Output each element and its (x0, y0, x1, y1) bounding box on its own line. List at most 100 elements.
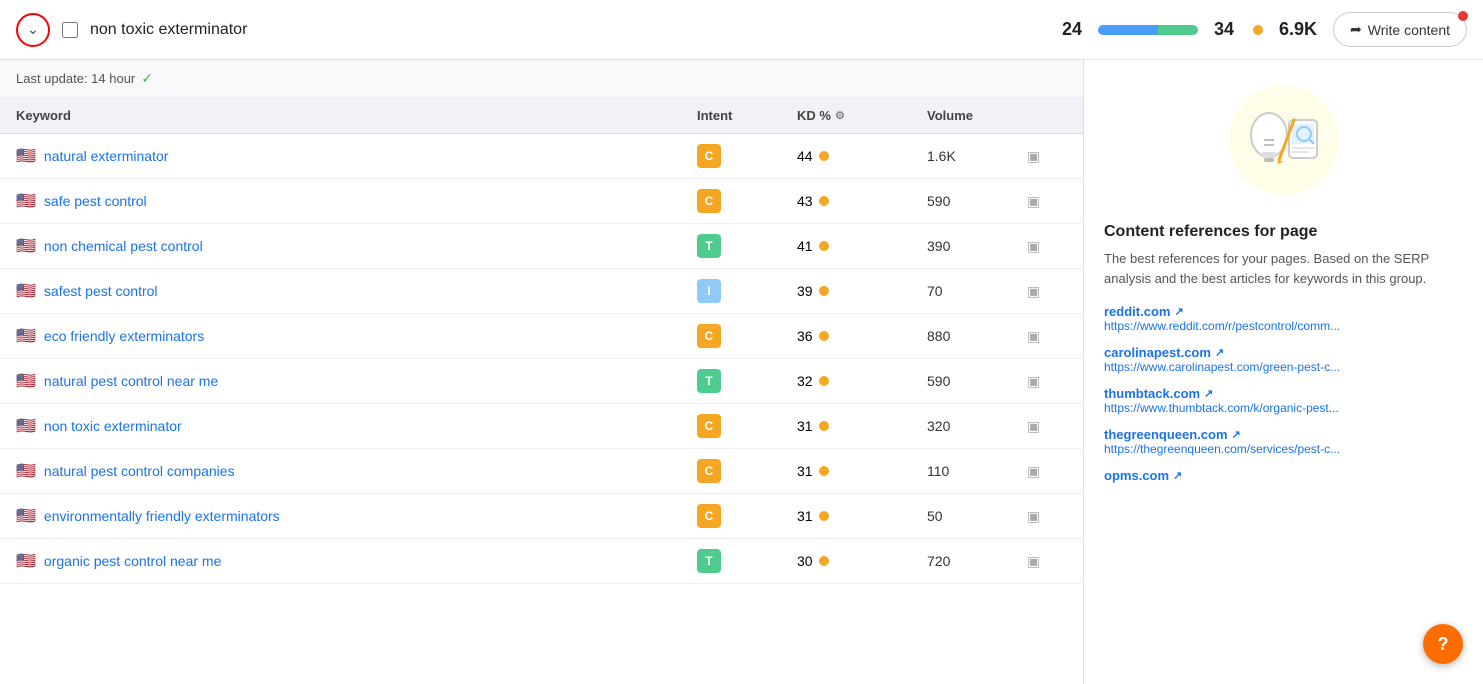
table-row: 🇺🇸 safe pest control C 43 590 ▣ (0, 179, 1083, 224)
right-panel: Content references for page The best ref… (1083, 60, 1483, 684)
copy-icon[interactable]: ▣ (1027, 148, 1040, 164)
kd-value: 43 (797, 193, 813, 209)
copy-icon[interactable]: ▣ (1027, 328, 1040, 344)
kd-cell: 41 (797, 238, 927, 254)
kd-dot (819, 196, 829, 206)
intent-cell: C (697, 324, 797, 348)
external-link-icon: ↗ (1174, 305, 1183, 318)
ref-domain[interactable]: carolinapest.com ↗ (1104, 345, 1463, 360)
ref-url[interactable]: https://www.carolinapest.com/green-pest-… (1104, 360, 1463, 374)
copy-icon[interactable]: ▣ (1027, 553, 1040, 569)
copy-icon[interactable]: ▣ (1027, 418, 1040, 434)
external-link-icon: ↗ (1215, 346, 1224, 359)
flag-icon: 🇺🇸 (16, 461, 36, 481)
ref-domain[interactable]: thumbtack.com ↗ (1104, 386, 1463, 401)
volume-cell: 320 (927, 418, 1027, 434)
ref-url[interactable]: https://thegreenqueen.com/services/pest-… (1104, 442, 1463, 456)
copy-icon[interactable]: ▣ (1027, 283, 1040, 299)
kd-cell: 36 (797, 328, 927, 344)
copy-cell: ▣ (1027, 193, 1067, 210)
write-icon: ➦ (1350, 21, 1362, 38)
collapse-button[interactable]: ⌄ (16, 13, 50, 47)
kd-cell: 30 (797, 553, 927, 569)
copy-cell: ▣ (1027, 553, 1067, 570)
filter-icon[interactable]: ⚙ (835, 109, 845, 122)
keyword-link[interactable]: eco friendly exterminators (44, 328, 204, 344)
keyword-cell: 🇺🇸 eco friendly exterminators (16, 326, 697, 346)
row-checkbox[interactable] (62, 22, 78, 38)
keyword-link[interactable]: non toxic exterminator (44, 418, 182, 434)
keyword-link[interactable]: natural exterminator (44, 148, 169, 164)
fab-button[interactable]: ? (1423, 624, 1463, 664)
copy-cell: ▣ (1027, 148, 1067, 165)
ref-url[interactable]: https://www.reddit.com/r/pestcontrol/com… (1104, 319, 1463, 333)
copy-icon[interactable]: ▣ (1027, 508, 1040, 524)
keyword-link[interactable]: safe pest control (44, 193, 147, 209)
progress-blue-segment (1098, 25, 1158, 35)
volume-cell: 1.6K (927, 148, 1027, 164)
notification-dot (1458, 11, 1468, 21)
intent-cell: T (697, 234, 797, 258)
copy-icon[interactable]: ▣ (1027, 463, 1040, 479)
references-list: reddit.com ↗ https://www.reddit.com/r/pe… (1104, 304, 1463, 483)
keyword-table: 🇺🇸 natural exterminator C 44 1.6K ▣ 🇺🇸 s… (0, 134, 1083, 584)
keyword-link[interactable]: non chemical pest control (44, 238, 203, 254)
keyword-cell: 🇺🇸 non chemical pest control (16, 236, 697, 256)
main-keyword: non toxic exterminator (90, 21, 1050, 39)
kd-cell: 44 (797, 148, 927, 164)
reference-item: thegreenqueen.com ↗ https://thegreenquee… (1104, 427, 1463, 456)
kd-dot (819, 151, 829, 161)
checkmark-icon: ✓ (141, 70, 153, 87)
keyword-link[interactable]: environmentally friendly exterminators (44, 508, 280, 524)
illustration (1104, 80, 1463, 203)
keyword-link[interactable]: safest pest control (44, 283, 158, 299)
progress-green-segment (1158, 25, 1198, 35)
intent-cell: T (697, 369, 797, 393)
kd-value: 36 (797, 328, 813, 344)
write-content-label: Write content (1368, 22, 1450, 38)
volume-cell: 720 (927, 553, 1027, 569)
kd-value: 32 (797, 373, 813, 389)
flag-icon: 🇺🇸 (16, 371, 36, 391)
volume-cell: 70 (927, 283, 1027, 299)
keyword-link[interactable]: natural pest control near me (44, 373, 218, 389)
intent-badge: C (697, 324, 721, 348)
ref-domain[interactable]: thegreenqueen.com ↗ (1104, 427, 1463, 442)
external-link-icon: ↗ (1204, 387, 1213, 400)
copy-cell: ▣ (1027, 238, 1067, 255)
copy-icon[interactable]: ▣ (1027, 238, 1040, 254)
keyword-link[interactable]: organic pest control near me (44, 553, 221, 569)
intent-cell: C (697, 459, 797, 483)
reference-item: thumbtack.com ↗ https://www.thumbtack.co… (1104, 386, 1463, 415)
table-row: 🇺🇸 organic pest control near me T 30 720… (0, 539, 1083, 584)
header-volume: Volume (927, 108, 1027, 123)
copy-cell: ▣ (1027, 283, 1067, 300)
kd-value: 31 (797, 508, 813, 524)
intent-badge: T (697, 234, 721, 258)
ref-url[interactable]: https://www.thumbtack.com/k/organic-pest… (1104, 401, 1463, 415)
intent-cell: C (697, 189, 797, 213)
kd-cell: 32 (797, 373, 927, 389)
copy-icon[interactable]: ▣ (1027, 193, 1040, 209)
volume-cell: 590 (927, 193, 1027, 209)
ref-domain[interactable]: opms.com ↗ (1104, 468, 1463, 483)
intent-cell: C (697, 414, 797, 438)
keyword-cell: 🇺🇸 environmentally friendly exterminator… (16, 506, 697, 526)
table-header: Keyword Intent KD % ⚙ Volume (0, 98, 1083, 134)
intent-cell: T (697, 549, 797, 573)
intent-cell: C (697, 504, 797, 528)
volume-cell: 590 (927, 373, 1027, 389)
kd-value: 30 (797, 553, 813, 569)
write-content-button[interactable]: ➦ Write content (1333, 12, 1467, 47)
kd-value: 44 (797, 148, 813, 164)
external-link-icon: ↗ (1173, 469, 1182, 482)
copy-icon[interactable]: ▣ (1027, 373, 1040, 389)
copy-cell: ▣ (1027, 463, 1067, 480)
keyword-link[interactable]: natural pest control companies (44, 463, 235, 479)
flag-icon: 🇺🇸 (16, 146, 36, 166)
top-bar-metrics: 24 34 6.9K ➦ Write content (1062, 12, 1467, 47)
chevron-down-icon: ⌄ (27, 21, 39, 38)
keyword-cell: 🇺🇸 natural pest control near me (16, 371, 697, 391)
kd-dot (819, 286, 829, 296)
ref-domain[interactable]: reddit.com ↗ (1104, 304, 1463, 319)
